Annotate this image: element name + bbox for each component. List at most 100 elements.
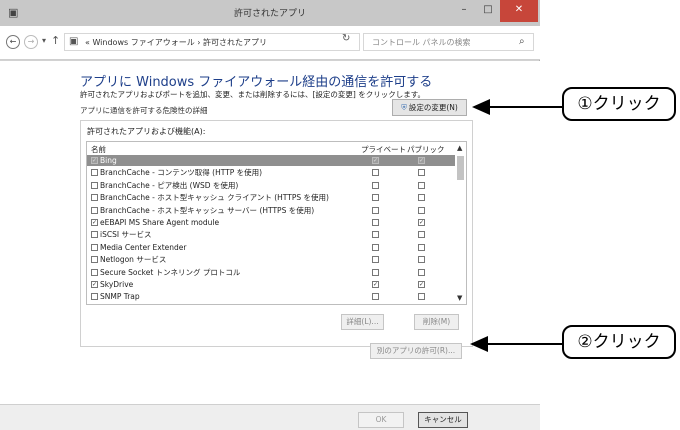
public-checkbox[interactable]: ✓ — [418, 281, 425, 288]
private-checkbox[interactable]: ✓ — [372, 281, 379, 288]
list-item[interactable]: BranchCache - ホスト型キャッシュ クライアント (HTTPS を使… — [87, 192, 455, 203]
callout-2-arrow-head — [470, 336, 488, 352]
details-button[interactable]: 詳細(L)... — [341, 314, 384, 330]
private-checkbox[interactable] — [372, 181, 379, 189]
column-name[interactable]: 名前 — [91, 144, 106, 155]
public-checkbox[interactable] — [418, 181, 425, 189]
public-checkbox[interactable] — [418, 169, 425, 177]
list-header: 名前 プライベート パブリック — [87, 142, 466, 155]
ok-button[interactable]: OK — [358, 412, 404, 428]
app-name: BranchCache - ホスト型キャッシュ クライアント (HTTPS を使… — [100, 193, 329, 203]
private-checkbox[interactable] — [372, 206, 379, 214]
app-checkbox[interactable] — [91, 231, 98, 239]
remove-button[interactable]: 削除(M) — [414, 314, 459, 330]
private-checkbox[interactable] — [372, 293, 379, 301]
list-item[interactable]: Secure Socket トンネリング プロトコル — [87, 267, 455, 278]
control-panel-icon: ▣ — [69, 36, 79, 47]
search-placeholder: コントロール パネルの検索 — [372, 38, 471, 47]
scrollbar-thumb[interactable] — [457, 156, 464, 180]
app-checkbox[interactable] — [91, 293, 98, 301]
list-item[interactable]: BranchCache - ピア検出 (WSD を使用) — [87, 180, 455, 191]
forward-icon[interactable]: → — [24, 35, 38, 49]
allowed-apps-group: 許可されたアプリおよび機能(A): 名前 プライベート パブリック ✓ Bing ✓… — [80, 120, 473, 347]
close-button[interactable]: ✕ — [500, 0, 538, 22]
app-checkbox[interactable] — [91, 243, 98, 251]
list-item[interactable]: iSCSI サービス — [87, 229, 455, 240]
app-name: Netlogon サービス — [100, 255, 167, 265]
public-checkbox[interactable] — [418, 293, 425, 301]
allow-another-app-button[interactable]: 別のアプリの許可(R)... — [370, 343, 462, 359]
app-checkbox[interactable]: ✓ — [91, 157, 98, 164]
scroll-up-icon[interactable]: ▲ — [457, 144, 462, 152]
allowed-apps-list[interactable]: 名前 プライベート パブリック ✓ Bing ✓ ✓ BranchCache - コンテ… — [86, 141, 467, 305]
public-checkbox[interactable] — [418, 256, 425, 264]
app-checkbox[interactable]: ✓ — [91, 281, 98, 288]
private-checkbox[interactable] — [372, 219, 379, 226]
dialog-footer: OK キャンセル — [0, 404, 540, 430]
refresh-icon[interactable]: ↻ — [342, 33, 350, 44]
public-checkbox[interactable] — [418, 231, 425, 239]
private-checkbox[interactable] — [372, 194, 379, 202]
scroll-down-icon[interactable]: ▼ — [457, 294, 462, 302]
app-checkbox[interactable] — [91, 181, 98, 189]
private-checkbox[interactable] — [372, 169, 379, 177]
list-item[interactable]: ✓ Bing ✓ ✓ — [87, 155, 455, 166]
list-item[interactable]: BranchCache - コンテンツ取得 (HTTP を使用) — [87, 167, 455, 178]
address-bar[interactable]: ▣ « Windows ファイアウォール › 許可されたアプリ ▾ — [64, 33, 399, 51]
callout-2: ②クリック — [562, 325, 676, 359]
callout-1: ①クリック — [562, 87, 676, 121]
public-checkbox[interactable] — [418, 268, 425, 276]
up-arrow-icon[interactable]: ↑ — [51, 34, 60, 47]
private-checkbox[interactable]: ✓ — [372, 157, 379, 164]
allowed-apps-label: 許可されたアプリおよび機能(A): — [87, 127, 206, 136]
maximize-button[interactable]: □ — [476, 0, 500, 22]
title-bar: ▣ 許可されたアプリ – □ ✕ — [0, 0, 540, 26]
change-settings-label: 設定の変更(N) — [408, 103, 458, 112]
callout-1-arrow-line — [488, 106, 564, 108]
search-input[interactable]: コントロール パネルの検索 ⌕ — [363, 33, 534, 51]
app-name: eEBAPI MS Share Agent module — [100, 218, 220, 227]
cancel-button[interactable]: キャンセル — [418, 412, 468, 428]
app-checkbox[interactable] — [91, 169, 98, 177]
list-item[interactable]: SNMP Trap — [87, 291, 455, 302]
app-name: Media Center Extender — [100, 242, 187, 252]
list-item[interactable]: ✓ eEBAPI MS Share Agent module ✓ — [87, 217, 455, 228]
app-name: SkyDrive — [100, 280, 134, 289]
app-name: BranchCache - コンテンツ取得 (HTTP を使用) — [100, 168, 263, 178]
private-checkbox[interactable] — [372, 243, 379, 251]
app-checkbox[interactable] — [91, 268, 98, 276]
public-checkbox[interactable]: ✓ — [418, 219, 425, 226]
minimize-button[interactable]: – — [452, 0, 476, 22]
list-item[interactable]: BranchCache - ホスト型キャッシュ サーバー (HTTPS を使用) — [87, 205, 455, 216]
column-public[interactable]: パブリック — [407, 144, 445, 155]
list-item[interactable]: ✓ SkyDrive ✓ ✓ — [87, 279, 455, 290]
page-title: アプリに Windows ファイアウォール経由の通信を許可する — [80, 75, 433, 90]
search-icon[interactable]: ⌕ — [519, 36, 525, 47]
app-name: Secure Socket トンネリング プロトコル — [100, 267, 241, 277]
navigation-bar: ← → ▾ ↑ ▣ « Windows ファイアウォール › 許可されたアプリ … — [0, 26, 540, 60]
public-checkbox[interactable] — [418, 206, 425, 214]
app-name: SNMP Trap — [100, 292, 140, 302]
recent-pages-icon[interactable]: ▾ — [42, 36, 46, 45]
public-checkbox[interactable] — [418, 194, 425, 202]
app-checkbox[interactable]: ✓ — [91, 219, 98, 226]
app-checkbox[interactable] — [91, 256, 98, 264]
breadcrumb[interactable]: « Windows ファイアウォール › 許可されたアプリ — [85, 37, 267, 48]
public-checkbox[interactable]: ✓ — [418, 157, 425, 164]
private-checkbox[interactable] — [372, 268, 379, 276]
back-icon[interactable]: ← — [6, 35, 20, 49]
list-item[interactable]: Netlogon サービス — [87, 254, 455, 265]
callout-2-arrow-line — [486, 343, 564, 345]
shield-icon: ⛨ — [401, 103, 407, 112]
public-checkbox[interactable] — [418, 243, 425, 251]
change-settings-button[interactable]: ⛨ 設定の変更(N) — [392, 99, 467, 116]
list-item[interactable]: Media Center Extender — [87, 242, 455, 253]
allowed-apps-window: ▣ 許可されたアプリ – □ ✕ ← → ▾ ↑ ▣ « Windows ファイ… — [0, 0, 540, 430]
app-name: iSCSI サービス — [100, 230, 152, 240]
app-checkbox[interactable] — [91, 206, 98, 214]
app-checkbox[interactable] — [91, 194, 98, 202]
private-checkbox[interactable] — [372, 231, 379, 239]
risk-info-link[interactable]: アプリに通信を許可する危険性の詳細 — [80, 105, 208, 116]
private-checkbox[interactable] — [372, 256, 379, 264]
column-private[interactable]: プライベート — [361, 144, 406, 155]
